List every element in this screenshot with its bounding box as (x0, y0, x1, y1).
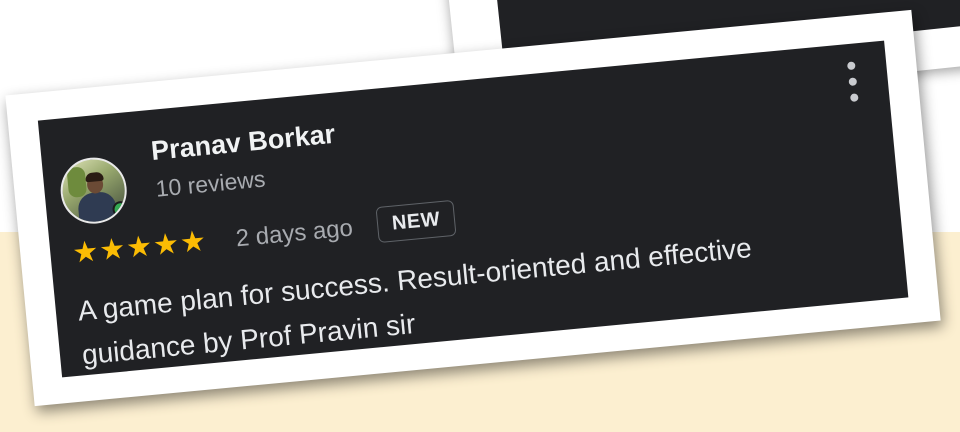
more-vert-icon (846, 61, 856, 71)
reviewer-name[interactable]: Pranav Borkar (150, 119, 337, 167)
review-card: Pranav Borkar 10 reviews ★★★★★ 2 days ag… (37, 40, 909, 378)
review-time: 2 days ago (234, 214, 355, 253)
star-rating: ★★★★★ (71, 225, 209, 270)
reviewer-review-count: 10 reviews (154, 165, 267, 202)
more-options-button[interactable] (842, 61, 864, 103)
new-badge: NEW (375, 199, 457, 244)
avatar[interactable] (57, 154, 130, 227)
local-guide-badge-icon (111, 200, 130, 218)
